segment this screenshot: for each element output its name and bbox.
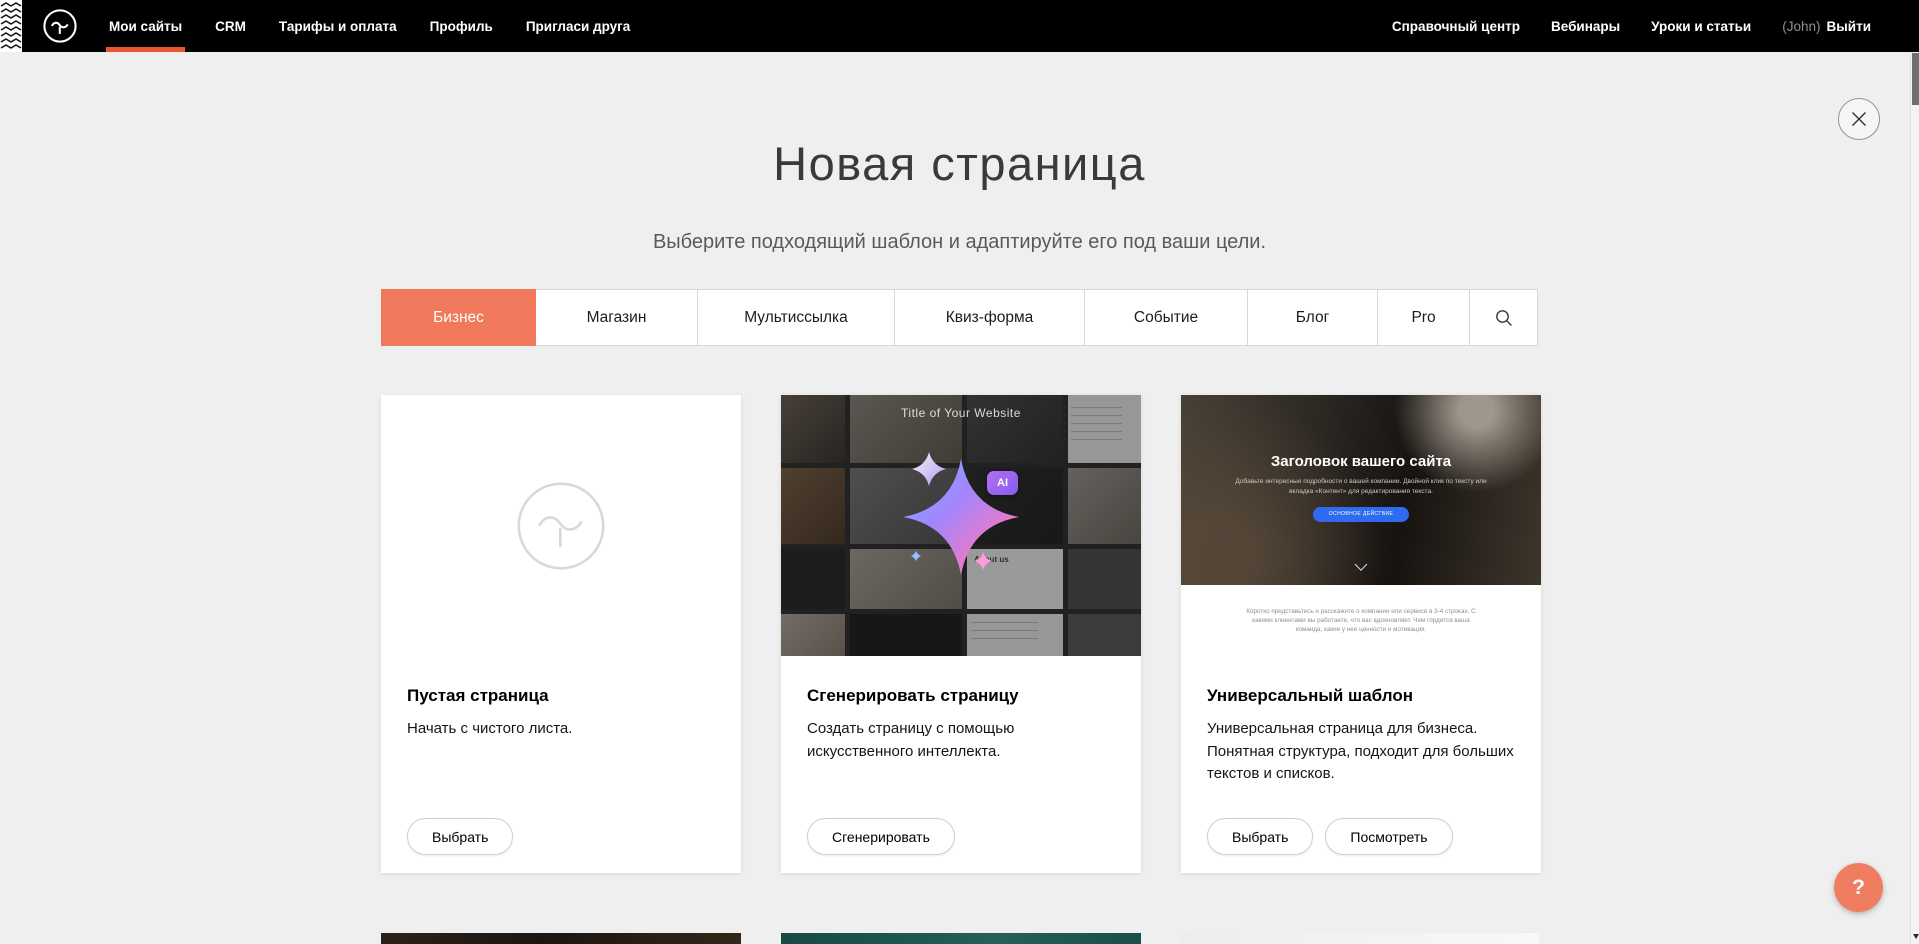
blank-page-preview	[381, 395, 741, 656]
template-card-ai-generate: About us Title of Your Website	[781, 395, 1141, 873]
nav-item-webinars[interactable]: Вебинары	[1551, 19, 1620, 34]
tilda-watermark-icon	[513, 478, 609, 574]
nav-item-help-center[interactable]: Справочный центр	[1392, 19, 1520, 34]
tab-search[interactable]	[1470, 290, 1537, 345]
user-name: (John)	[1782, 19, 1820, 34]
tilda-logo-icon[interactable]	[42, 8, 78, 44]
close-button[interactable]	[1838, 98, 1880, 140]
nav-item-profile[interactable]: Профиль	[430, 0, 493, 52]
template-card-universal: Заголовок вашего сайта Добавьте интересн…	[1181, 395, 1541, 873]
ai-generate-preview: About us Title of Your Website	[781, 395, 1141, 656]
template-card-grid: Пустая страница Начать с чистого листа. …	[381, 395, 1541, 873]
preview-hero: Заголовок вашего сайта Добавьте интересн…	[1181, 395, 1541, 585]
navbar-right-menu: Справочный центр Вебинары Уроки и статьи…	[1392, 0, 1871, 52]
card-description: Начать с чистого листа.	[407, 718, 715, 741]
card-description: Универсальная страница для бизнеса. Поня…	[1207, 718, 1515, 786]
tab-pro[interactable]: Pro	[1378, 290, 1470, 345]
tab-shop[interactable]: Магазин	[536, 290, 698, 345]
nav-item-crm[interactable]: CRM	[215, 0, 246, 52]
ai-sparkle-icon	[781, 395, 1141, 656]
nav-item-lessons[interactable]: Уроки и статьи	[1651, 19, 1751, 34]
scrollbar-thumb[interactable]	[1912, 53, 1919, 105]
preview-body-text: Коротко представьтесь и расскажите о ком…	[1246, 607, 1476, 634]
question-mark-icon: ?	[1852, 876, 1865, 900]
universal-template-preview: Заголовок вашего сайта Добавьте интересн…	[1181, 395, 1541, 656]
help-button[interactable]: ?	[1834, 863, 1883, 912]
logout-label: Выйти	[1827, 19, 1872, 34]
preview-hero-button: Основное действие	[1313, 507, 1409, 522]
zigzag-pattern	[0, 0, 22, 52]
preview-body: Коротко представьтесь и расскажите о ком…	[1181, 607, 1541, 656]
choose-universal-button[interactable]: Выбрать	[1207, 818, 1313, 855]
preview-hero-title: Заголовок вашего сайта	[1181, 395, 1541, 470]
tab-blog[interactable]: Блог	[1248, 290, 1378, 345]
template-category-tabs: Бизнес Магазин Мультиссылка Квиз-форма С…	[381, 289, 1538, 346]
card-description: Создать страницу с помощью искусственног…	[807, 718, 1115, 763]
page-subtitle: Выберите подходящий шаблон и адаптируйте…	[0, 231, 1919, 254]
template-card-partial-2[interactable]	[781, 933, 1141, 944]
card-title: Сгенерировать страницу	[807, 686, 1115, 706]
nav-item-tariffs[interactable]: Тарифы и оплата	[279, 0, 397, 52]
arrow-down-icon	[1913, 934, 1919, 939]
preview-hero-subtext: Добавьте интересные подробности о вашей …	[1228, 477, 1494, 497]
template-card-partial-3[interactable]	[1179, 933, 1539, 944]
preview-universal-button[interactable]: Посмотреть	[1325, 818, 1452, 855]
nav-item-my-sites[interactable]: Мои сайты	[109, 0, 182, 52]
nav-item-invite-friend[interactable]: Пригласи друга	[526, 0, 630, 52]
new-page-modal: Мои сайты CRM Тарифы и оплата Профиль Пр…	[0, 0, 1919, 944]
choose-blank-button[interactable]: Выбрать	[407, 818, 513, 855]
scrollbar[interactable]	[1910, 52, 1919, 944]
navbar-left-menu: Мои сайты CRM Тарифы и оплата Профиль Пр…	[109, 0, 630, 52]
tab-event[interactable]: Событие	[1085, 290, 1248, 345]
template-card-partial-1[interactable]	[381, 933, 741, 944]
top-navbar: Мои сайты CRM Тарифы и оплата Профиль Пр…	[0, 0, 1919, 52]
chevron-down-icon	[1355, 558, 1368, 571]
card-title: Универсальный шаблон	[1207, 686, 1515, 706]
tab-quiz-form[interactable]: Квиз-форма	[895, 290, 1085, 345]
tab-multilink[interactable]: Мультиссылка	[698, 290, 895, 345]
page-title: Новая страница	[0, 136, 1919, 191]
close-icon	[1851, 111, 1867, 127]
ai-badge: AI	[987, 471, 1018, 495]
generate-page-button[interactable]: Сгенерировать	[807, 818, 955, 855]
search-icon	[1495, 309, 1513, 327]
template-card-blank: Пустая страница Начать с чистого листа. …	[381, 395, 741, 873]
nav-item-logout[interactable]: (John) Выйти	[1782, 19, 1871, 34]
scrollbar-down-button[interactable]	[1911, 930, 1919, 943]
tab-business[interactable]: Бизнес	[381, 289, 536, 346]
card-title: Пустая страница	[407, 686, 715, 706]
